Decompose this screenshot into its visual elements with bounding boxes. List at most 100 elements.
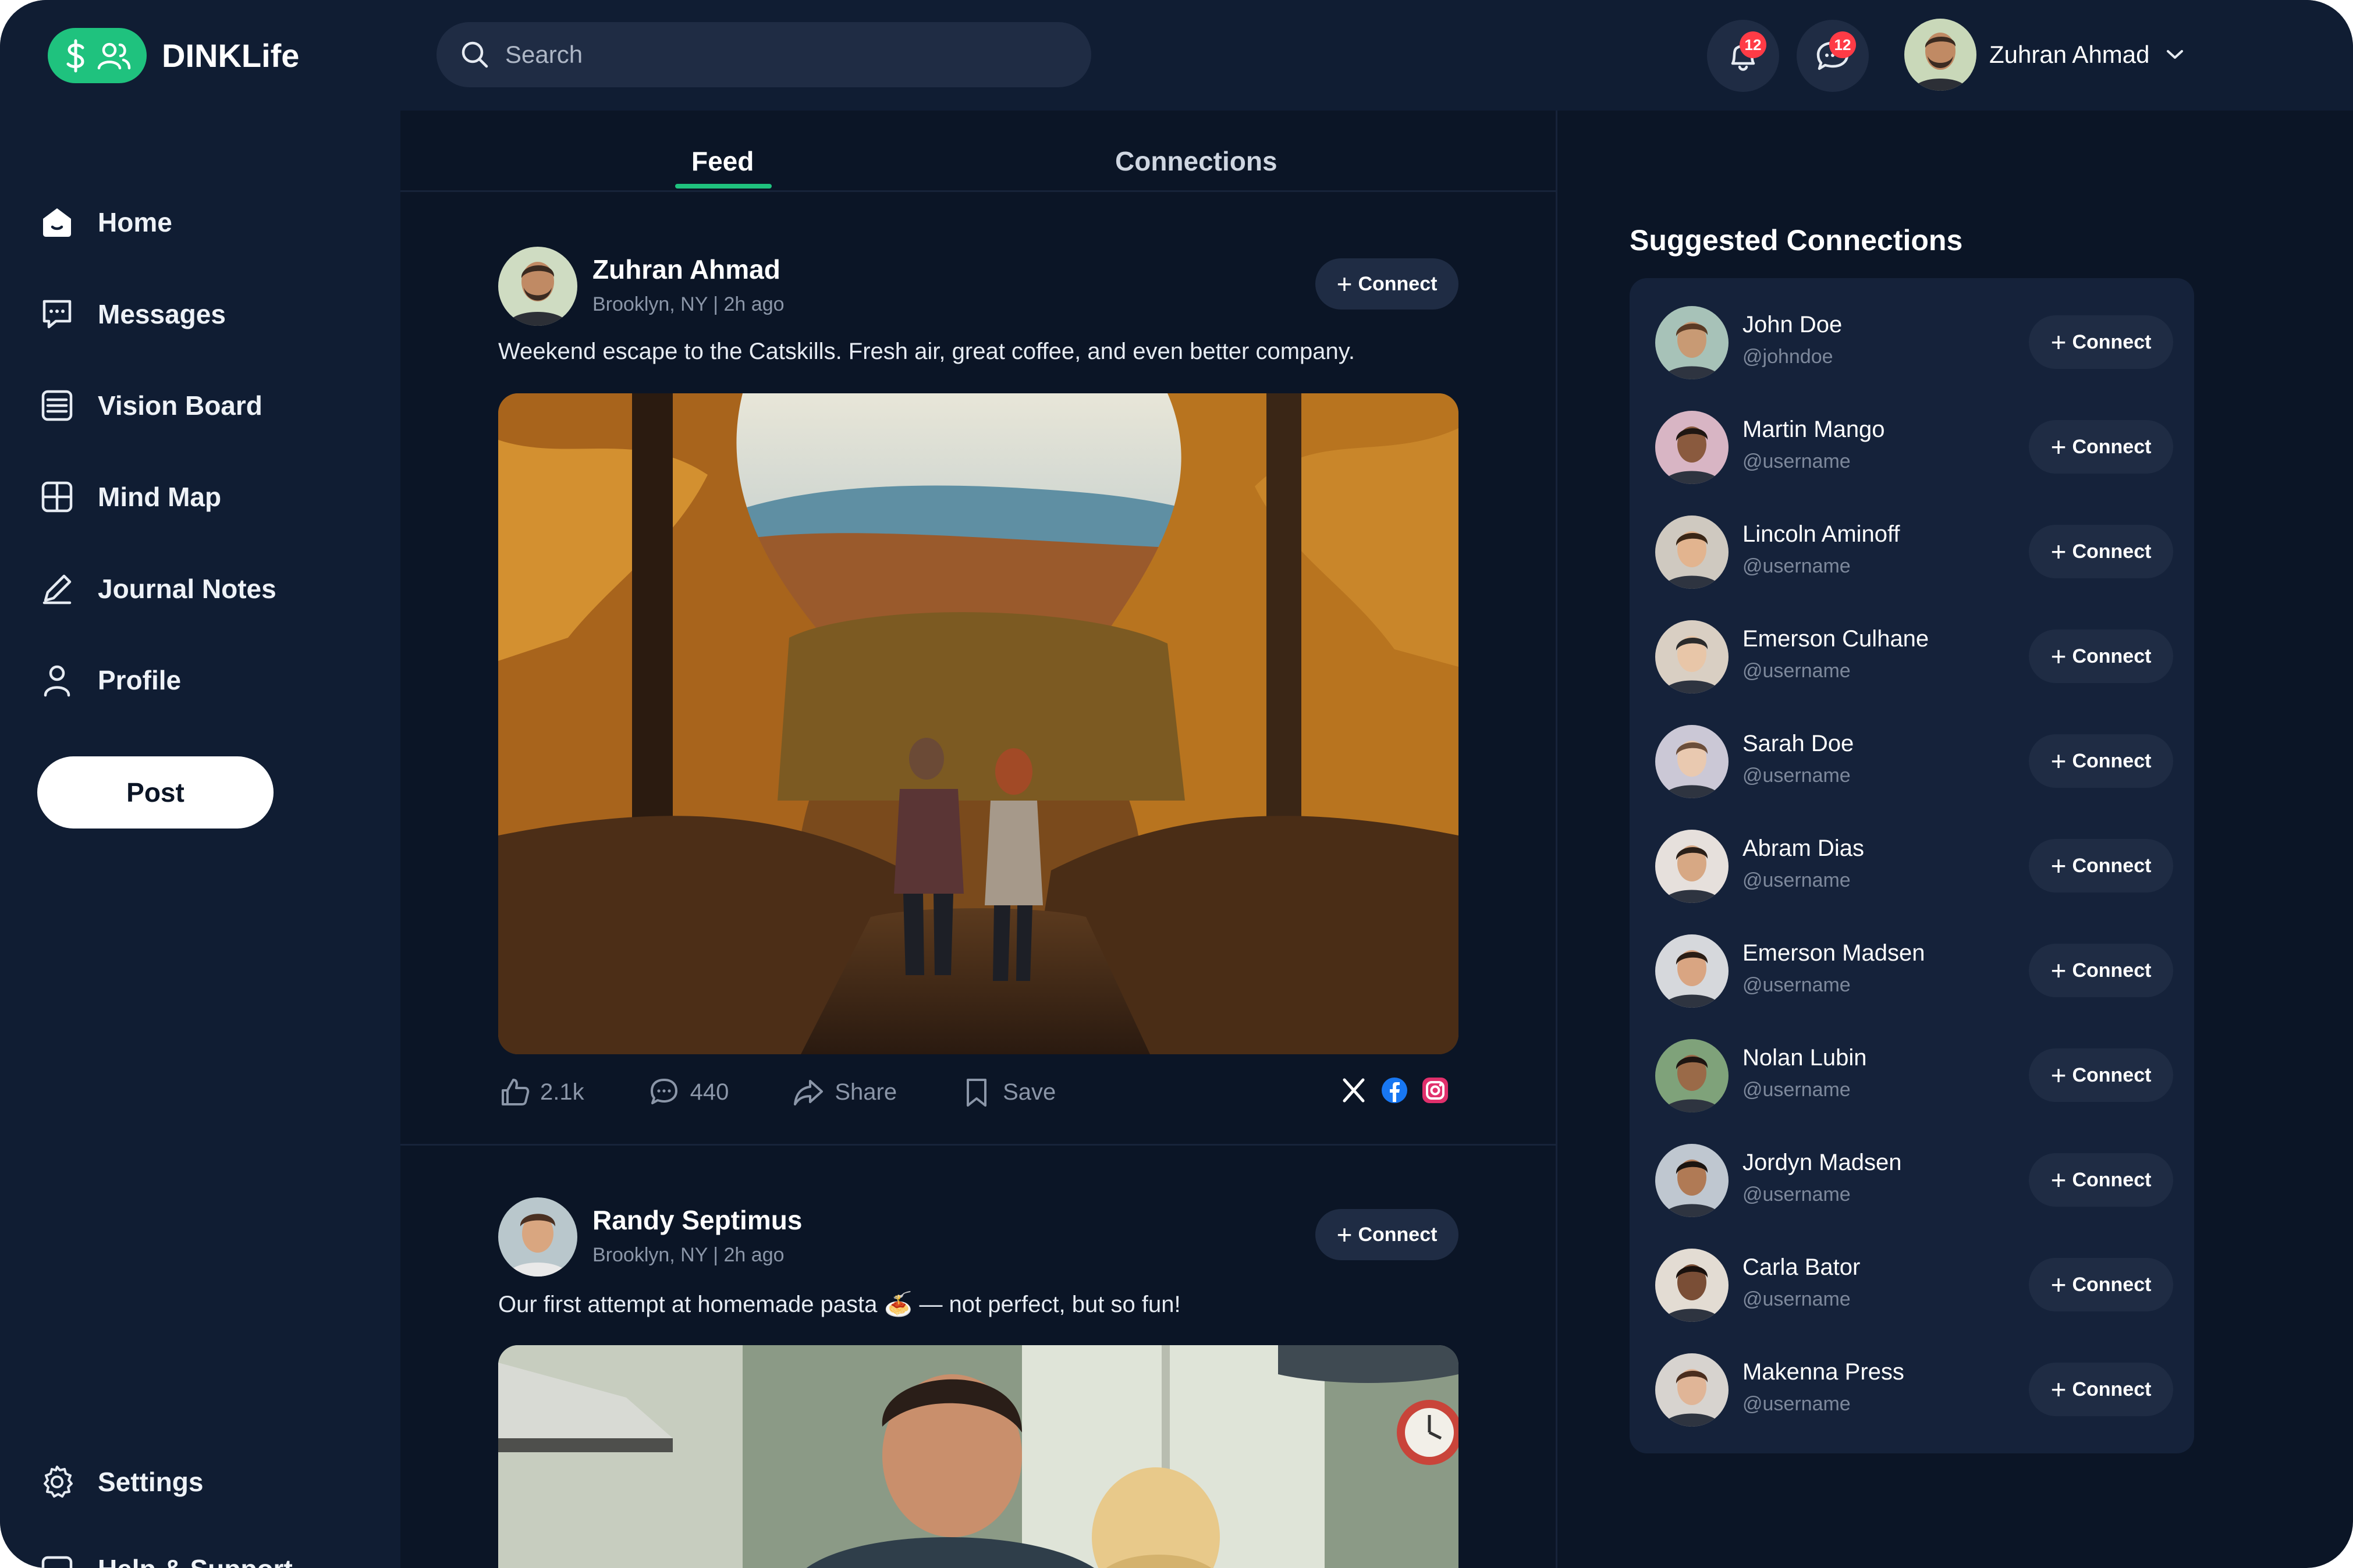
logo[interactable]: DINKLife [48, 28, 299, 83]
connect-button[interactable]: + Connect [2029, 944, 2173, 997]
bookmark-icon [967, 1079, 987, 1107]
connect-button[interactable]: + Connect [2029, 420, 2173, 474]
x-twitter-icon[interactable] [1340, 1076, 1368, 1104]
post-divider [400, 1144, 1556, 1146]
suggestion-name[interactable]: Jordyn Madsen [1742, 1150, 1901, 1176]
plus-icon: + [2050, 536, 2067, 567]
share-button[interactable]: Share [793, 1076, 897, 1108]
sidebar-item-messages[interactable]: Messages [38, 296, 226, 333]
suggestion-avatar[interactable] [1655, 411, 1729, 484]
suggestion-name[interactable]: Abram Dias [1742, 835, 1864, 862]
plus-icon: + [2050, 1374, 2067, 1405]
suggestion-avatar[interactable] [1655, 830, 1729, 903]
suggestion-name[interactable]: Nolan Lubin [1742, 1045, 1867, 1071]
sidebar-item-label: Home [98, 207, 172, 237]
connect-button[interactable]: + Connect [2029, 1153, 2173, 1207]
suggestion-avatar[interactable] [1655, 620, 1729, 694]
sidebar-item-home[interactable]: Home [38, 204, 172, 241]
author-avatar[interactable] [498, 247, 577, 326]
connect-button[interactable]: + Connect [2029, 1258, 2173, 1311]
active-tab-indicator [675, 184, 772, 189]
gear-icon [38, 1463, 76, 1501]
connect-label: Connect [2072, 959, 2152, 982]
share-label: Share [835, 1079, 897, 1105]
post-header: Zuhran Ahmad Brooklyn, NY | 2h ago + Con… [498, 246, 1458, 327]
suggestion-avatar[interactable] [1655, 306, 1729, 379]
suggestion-avatar[interactable] [1655, 1144, 1729, 1217]
suggestion-handle: @username [1742, 1183, 1851, 1206]
connect-label: Connect [2072, 1168, 2152, 1191]
sidebar-item-mind-map[interactable]: Mind Map [38, 478, 221, 515]
messages-button[interactable]: 12 [1797, 20, 1869, 92]
sidebar-item-profile[interactable]: Profile [38, 662, 181, 699]
connect-label: Connect [2072, 330, 2152, 353]
post-image-pasta-kitchen[interactable] [498, 1345, 1458, 1568]
instagram-icon[interactable] [1421, 1076, 1449, 1104]
suggestion-name[interactable]: Lincoln Aminoff [1742, 521, 1900, 547]
user-name: Zuhran Ahmad [1989, 41, 2150, 68]
suggestion-handle: @username [1742, 450, 1851, 472]
user-avatar [1904, 19, 1976, 91]
suggestion-name[interactable]: Emerson Madsen [1742, 940, 1925, 966]
chat-icon [38, 296, 76, 333]
chevron-down-icon [2166, 50, 2183, 59]
connect-button[interactable]: + Connect [2029, 1048, 2173, 1102]
comment-button[interactable]: 440 [648, 1076, 729, 1108]
connect-button[interactable]: + Connect [1315, 1209, 1458, 1260]
suggestion-name[interactable]: Emerson Culhane [1742, 626, 1929, 652]
suggestion-avatar[interactable] [1655, 1039, 1729, 1112]
connect-button[interactable]: + Connect [2029, 734, 2173, 788]
suggestion-handle: @username [1742, 869, 1851, 891]
search-icon [462, 41, 488, 68]
connect-button[interactable]: + Connect [2029, 1363, 2173, 1416]
tab-feed[interactable]: Feed [691, 145, 754, 177]
suggestion-name[interactable]: John Doe [1742, 312, 1842, 338]
connect-button[interactable]: + Connect [2029, 839, 2173, 893]
like-button[interactable]: 2.1k [498, 1076, 584, 1108]
suggestion-avatar[interactable] [1655, 1353, 1729, 1427]
post-button[interactable]: Post [37, 756, 274, 829]
suggestion-handle: @username [1742, 974, 1851, 996]
user-menu[interactable]: Zuhran Ahmad [1904, 19, 2185, 91]
author-avatar[interactable] [498, 1197, 577, 1277]
facebook-icon[interactable] [1380, 1076, 1408, 1104]
search-bar[interactable] [436, 22, 1091, 87]
post-image-autumn-hike[interactable] [498, 393, 1458, 1054]
feed-post: Zuhran Ahmad Brooklyn, NY | 2h ago + Con… [498, 246, 1458, 1130]
post-author-name[interactable]: Zuhran Ahmad [592, 254, 780, 285]
comment-icon [650, 1079, 677, 1104]
sidebar-item-journal-notes[interactable]: Journal Notes [38, 570, 276, 607]
notifications-button[interactable]: 12 [1707, 20, 1779, 92]
search-input[interactable] [504, 40, 1030, 69]
suggestion-avatar[interactable] [1655, 1249, 1729, 1322]
suggestion-row: Lincoln Aminoff @username + Connect [1655, 515, 2173, 591]
suggestion-name[interactable]: Sarah Doe [1742, 731, 1854, 757]
suggestion-name[interactable]: Makenna Press [1742, 1359, 1904, 1385]
suggestion-avatar[interactable] [1655, 515, 1729, 589]
connect-button[interactable]: + Connect [2029, 525, 2173, 578]
sidebar-item-label: Help & Support [98, 1553, 293, 1568]
suggestion-name[interactable]: Martin Mango [1742, 417, 1885, 443]
post-author-name[interactable]: Randy Septimus [592, 1204, 802, 1236]
suggestion-avatar[interactable] [1655, 934, 1729, 1008]
tab-connections[interactable]: Connections [1115, 145, 1277, 177]
sidebar-item-label: Journal Notes [98, 574, 276, 604]
plus-icon: + [2050, 1060, 2067, 1090]
share-icon [794, 1080, 824, 1105]
sidebar-item-vision-board[interactable]: Vision Board [38, 387, 262, 424]
connect-button[interactable]: + Connect [2029, 630, 2173, 683]
suggestion-row: Emerson Madsen @username + Connect [1655, 934, 2173, 1010]
connect-button[interactable]: + Connect [2029, 315, 2173, 369]
save-button[interactable]: Save [961, 1076, 1056, 1108]
suggestion-handle: @username [1742, 1393, 1851, 1415]
suggestion-avatar[interactable] [1655, 725, 1729, 798]
sidebar-item-help[interactable]: Help & Support [38, 1551, 293, 1568]
pen-icon [38, 570, 76, 607]
connect-button[interactable]: + Connect [1315, 258, 1458, 310]
suggestion-row: Martin Mango @username + Connect [1655, 411, 2173, 486]
sidebar-item-settings[interactable]: Settings [38, 1463, 203, 1501]
sidebar-item-label: Mind Map [98, 482, 222, 512]
app-window: DINKLife 12 12 [0, 0, 2353, 1568]
plus-icon: + [1336, 269, 1353, 299]
suggestion-name[interactable]: Carla Bator [1742, 1254, 1860, 1281]
